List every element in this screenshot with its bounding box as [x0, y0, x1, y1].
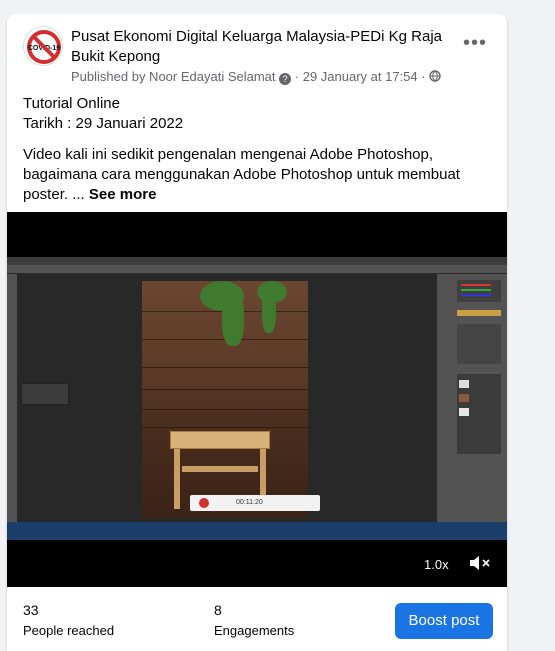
- no-covid-logo-icon: COVID-19: [25, 28, 62, 65]
- people-reached-label: People reached: [23, 623, 115, 638]
- post-insights: 33 People reached 8 Engagements Boost po…: [7, 587, 507, 651]
- post-meta: Published by Noor Edayati Selamat ? · 29…: [71, 68, 441, 86]
- post-description: Video kali ini sedikit pengenalan mengen…: [23, 145, 493, 205]
- avatar[interactable]: COVID-19: [23, 26, 63, 66]
- recorder-time: 00:11:20: [236, 499, 263, 506]
- see-more-link[interactable]: See more: [89, 186, 157, 203]
- people-reached-stat: 33 People reached: [23, 601, 114, 641]
- video-player[interactable]: 00:11:20 1.0x: [7, 212, 507, 587]
- video-frame: 00:11:20: [7, 257, 507, 540]
- published-by[interactable]: Published by Noor Edayati Selamat: [71, 69, 276, 84]
- people-reached-count: 33: [23, 602, 39, 618]
- page-name-link[interactable]: Pusat Ekonomi Digital Keluarga Malaysia-…: [71, 27, 451, 67]
- poster-canvas: [142, 281, 308, 518]
- screen-recorder-bar: 00:11:20: [190, 495, 320, 511]
- more-options-icon[interactable]: •••: [459, 33, 491, 58]
- photoshop-tooltip: [21, 383, 69, 405]
- engagements-label: Engagements: [214, 623, 295, 638]
- boost-post-button[interactable]: Boost post: [395, 603, 493, 639]
- record-indicator-icon: [199, 498, 209, 508]
- post-text: Tutorial Online Tarikh : 29 Januari 2022…: [23, 94, 493, 205]
- post-line-2: Tarikh : 29 Januari 2022: [23, 115, 184, 132]
- post-date[interactable]: 29 January at 17:54: [303, 69, 418, 84]
- separator: ·: [294, 69, 303, 84]
- post-card: COVID-19 Pusat Ekonomi Digital Keluarga …: [7, 14, 507, 651]
- engagements-stat: 8 Engagements: [214, 601, 294, 641]
- photoshop-options-bar: [7, 265, 507, 274]
- globe-icon: [429, 69, 441, 84]
- post-line-1: Tutorial Online: [23, 95, 120, 112]
- windows-taskbar: [7, 522, 507, 540]
- photoshop-panels: [437, 274, 507, 522]
- muted-speaker-icon[interactable]: [468, 553, 492, 573]
- photoshop-toolbox: [7, 274, 17, 522]
- post-header: COVID-19 Pusat Ekonomi Digital Keluarga …: [7, 14, 507, 94]
- question-icon[interactable]: ?: [279, 73, 292, 85]
- engagements-count: 8: [214, 602, 222, 618]
- photoshop-menubar: [7, 257, 507, 265]
- playback-speed-button[interactable]: 1.0x: [424, 557, 449, 572]
